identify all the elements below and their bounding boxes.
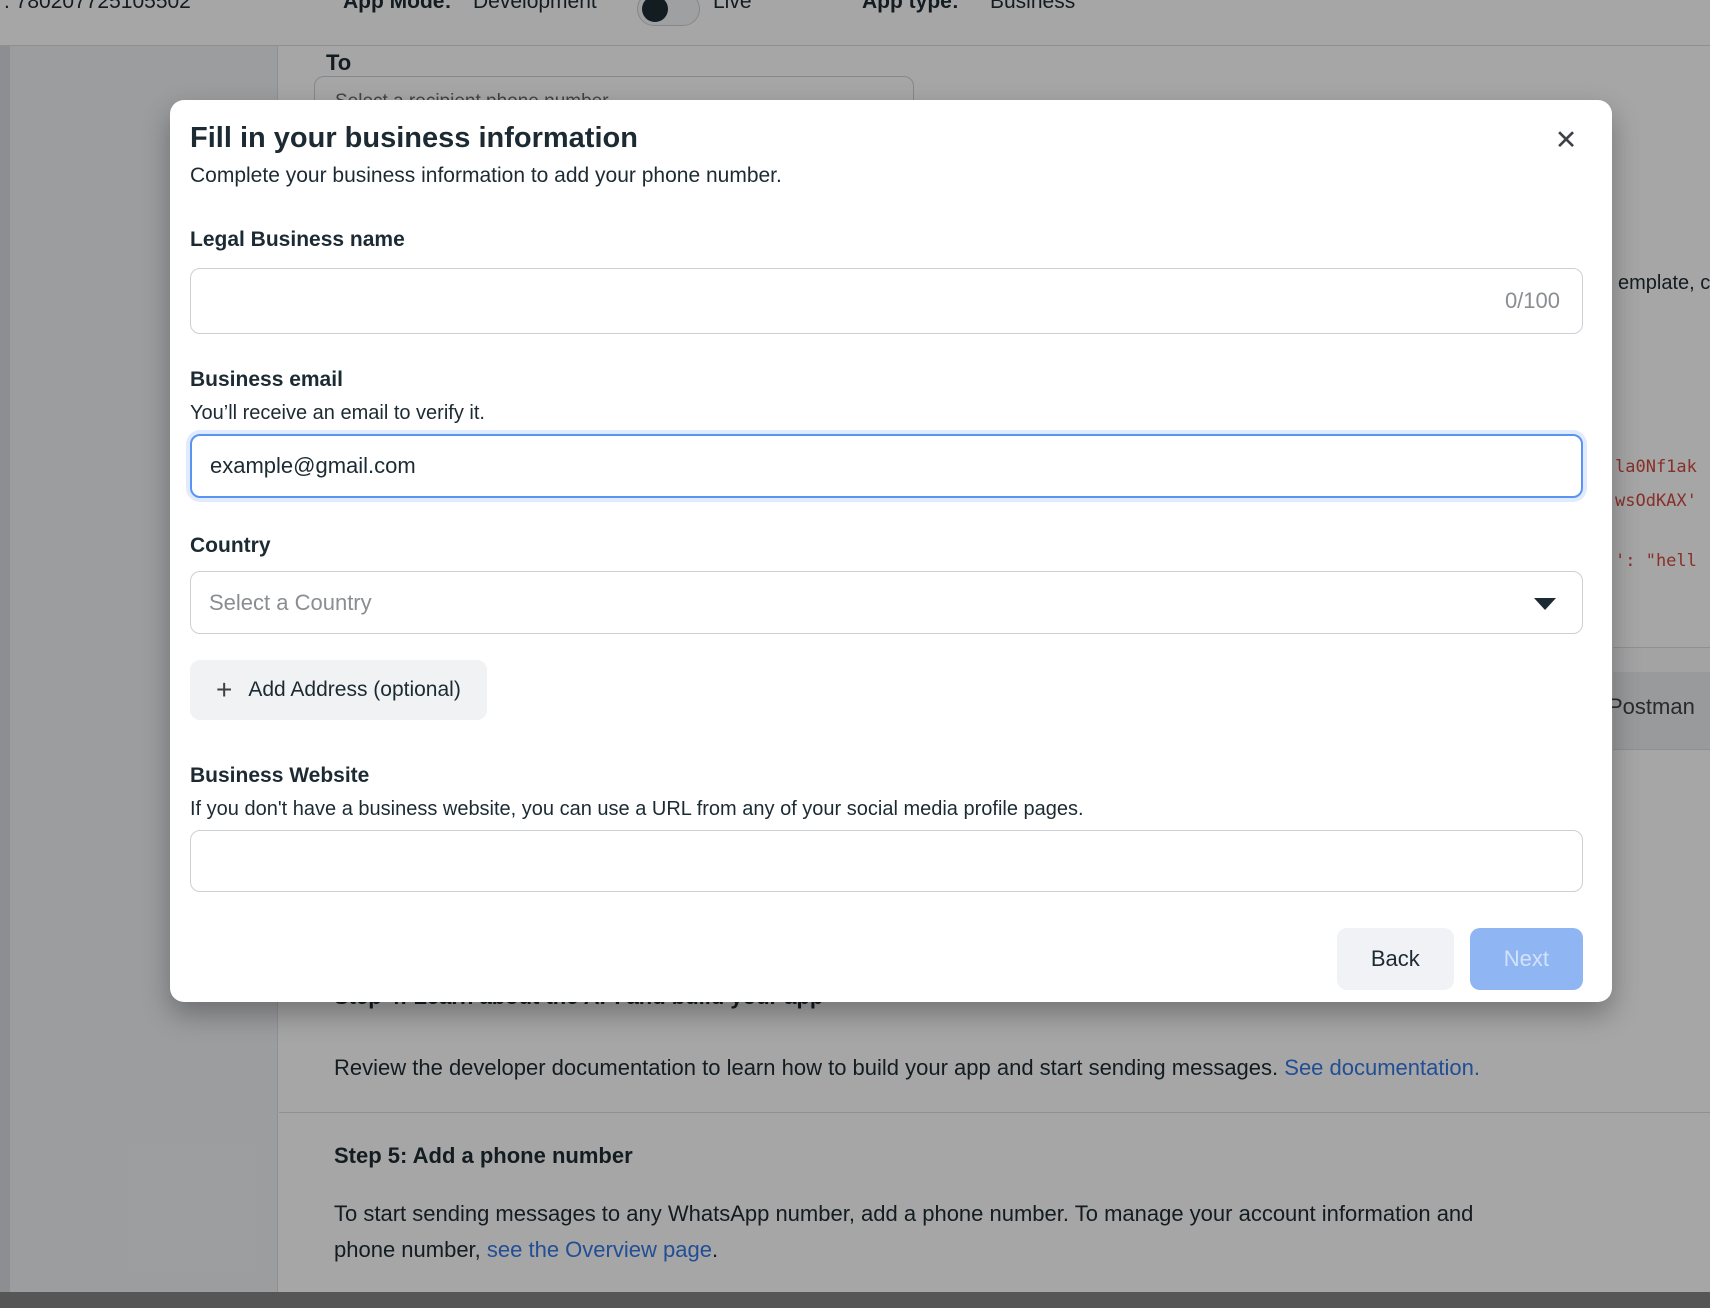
dialog-subtitle: Complete your business information to ad…: [190, 164, 782, 188]
website-helper: If you don't have a business website, yo…: [190, 798, 1084, 821]
add-address-label: Add Address (optional): [248, 678, 460, 702]
add-address-button[interactable]: + Add Address (optional): [190, 660, 487, 720]
char-counter: 0/100: [1505, 288, 1560, 314]
screen: . 780207725105502 App Mode: Development …: [0, 0, 1710, 1308]
close-icon[interactable]: ✕: [1544, 118, 1588, 162]
website-input[interactable]: [190, 830, 1583, 892]
next-button[interactable]: Next: [1470, 928, 1583, 990]
legal-name-input[interactable]: [190, 268, 1583, 334]
business-email-input[interactable]: [190, 434, 1583, 498]
country-select[interactable]: Select a Country: [190, 571, 1583, 634]
country-placeholder: Select a Country: [209, 590, 372, 616]
legal-name-label: Legal Business name: [190, 228, 405, 252]
website-label: Business Website: [190, 764, 369, 788]
plus-icon: +: [216, 676, 232, 704]
back-button[interactable]: Back: [1337, 928, 1454, 990]
legal-name-field-wrap: 0/100: [190, 268, 1583, 334]
business-email-helper: You’ll receive an email to verify it.: [190, 402, 485, 425]
business-info-dialog: Fill in your business information ✕ Comp…: [170, 100, 1612, 1002]
dialog-actions: Back Next: [1337, 928, 1583, 990]
dialog-title: Fill in your business information: [190, 122, 638, 155]
chevron-down-icon: [1534, 597, 1556, 609]
country-label: Country: [190, 534, 271, 558]
website-field-wrap: [190, 830, 1583, 892]
business-email-label: Business email: [190, 368, 343, 392]
business-email-field-wrap: [190, 434, 1583, 498]
